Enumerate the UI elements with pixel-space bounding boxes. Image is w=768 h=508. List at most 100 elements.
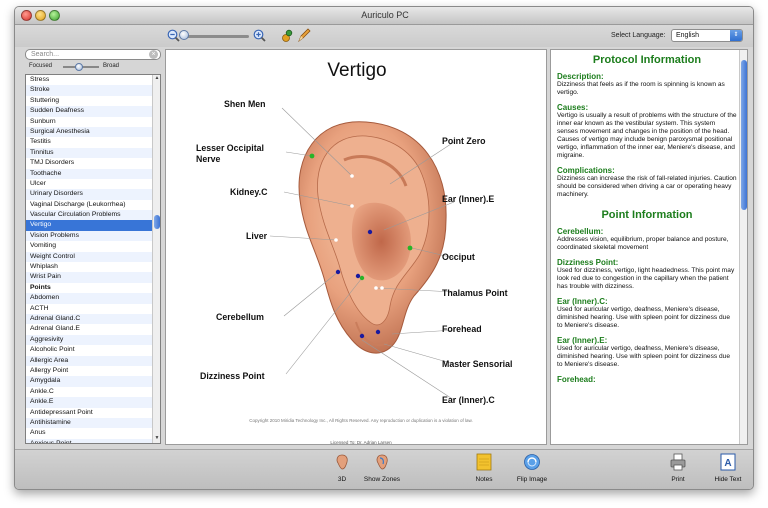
scroll-down-icon[interactable]: ▼ [153, 435, 160, 443]
list-section-header: Points [30, 283, 51, 291]
point-lesser-occipital[interactable] [309, 153, 315, 159]
point-master-sensorial[interactable] [375, 329, 381, 335]
ear-zones-icon [376, 454, 388, 470]
list-item[interactable]: Testitis [26, 137, 153, 147]
point-shen-men[interactable] [350, 174, 354, 178]
list-item[interactable]: Allergic Area [26, 355, 153, 366]
print-label: Print [671, 476, 685, 483]
point-thalamus[interactable] [374, 286, 378, 290]
list-item[interactable]: Sunburn [26, 117, 153, 127]
list-item[interactable]: Ulcer [26, 179, 153, 189]
ear-diagram-panel: Vertigo Shen Men Lesser Occipital Nerve … [165, 49, 547, 445]
copyright-text: Copyright 2010 Miridia Technology Inc., … [249, 418, 473, 423]
label-forehead: Forehead [442, 324, 482, 334]
info-scrollbar[interactable] [739, 50, 747, 444]
point-info-text: Used for dizziness, vertigo, light heade… [557, 267, 735, 290]
title-bar: Auriculo PC [15, 7, 753, 25]
probe-icon[interactable] [281, 28, 295, 43]
list-item[interactable]: Vaginal Discharge (Leukorrhea) [26, 200, 153, 210]
printer-icon [670, 453, 686, 471]
list-item[interactable]: Amygdala [26, 376, 153, 387]
list-item[interactable]: Stuttering [26, 96, 153, 106]
point-zero[interactable] [367, 229, 373, 235]
zoom-slider-knob[interactable] [179, 30, 189, 40]
point-info-title: Cerebellum: [557, 227, 604, 236]
label-dizziness-point: Dizziness Point [200, 371, 265, 381]
point-info-title: Forehead: [557, 375, 596, 384]
point-forehead[interactable] [380, 286, 384, 290]
list-item[interactable]: ACTH [26, 304, 153, 314]
list-item[interactable]: TMJ Disorders [26, 158, 153, 168]
point-kidney-c[interactable] [350, 204, 354, 208]
licensed-to-text: Licensed To: Dr. Adrian Larsen [330, 440, 392, 445]
list-item[interactable]: Adrenal Gland.C [26, 313, 153, 325]
info-content: Protocol Information Description: Dizzin… [557, 50, 737, 384]
list-item[interactable]: Antidepressant Point [26, 408, 153, 418]
list-item[interactable]: Vomiting [26, 241, 153, 251]
list-item[interactable]: Stress [26, 75, 153, 85]
focus-right-label: Broad [103, 63, 120, 69]
point-liver[interactable] [334, 238, 338, 242]
list-item[interactable]: Abdomen [26, 293, 153, 304]
list-item[interactable]: Sudden Deafness [26, 106, 153, 117]
list-item[interactable]: Vision Problems [26, 230, 153, 242]
list-item[interactable]: Ankle.E [26, 397, 153, 408]
protocol-heading: Protocol Information [592, 54, 702, 66]
clear-search-icon[interactable]: × [149, 50, 158, 59]
search-input[interactable]: Search... [25, 49, 161, 60]
list-item[interactable]: Alcoholic Point [26, 345, 153, 355]
flip-image-button[interactable]: Flip Image [507, 453, 557, 489]
point-occiput[interactable] [355, 273, 361, 279]
hide-text-icon: A [720, 453, 736, 471]
print-button[interactable]: Print [653, 453, 703, 489]
list-item[interactable]: Anxious Point [26, 438, 153, 443]
list-item[interactable]: Adrenal Gland.E [26, 324, 153, 334]
point-dizziness[interactable] [359, 275, 365, 281]
focus-left-label: Focused [29, 63, 53, 69]
list-scrollbar[interactable]: ▲ ▼ [152, 75, 160, 443]
list-item[interactable]: Tinnitus [26, 147, 153, 159]
point-ear-inner-c[interactable] [359, 333, 365, 339]
list-item[interactable]: Anus [26, 428, 153, 438]
point-info-text: Used for auricular vertigo, deafness, Me… [557, 306, 730, 329]
notes-icon [476, 453, 492, 471]
list-item[interactable]: Surgical Anesthesia [26, 126, 153, 138]
zoom-in-icon[interactable] [253, 29, 266, 42]
point-ear-inner-e[interactable] [407, 245, 413, 251]
list-item[interactable]: Ankle.C [26, 387, 153, 397]
point-cerebellum[interactable] [335, 269, 341, 275]
list-item[interactable]: Vertigo [26, 220, 153, 231]
list-item[interactable]: Wrist Pain [26, 272, 153, 283]
hide-text-button[interactable]: A Hide Text [703, 453, 753, 489]
complications-title: Complications: [557, 166, 615, 175]
focus-slider-knob[interactable] [75, 63, 83, 71]
list-item[interactable]: Aggresivity [26, 334, 153, 346]
scroll-up-icon[interactable]: ▲ [153, 75, 160, 83]
label-master-sensorial: Master Sensorial [442, 359, 513, 369]
list-item[interactable]: Weight Control [26, 251, 153, 263]
list-item[interactable]: Stroke [26, 85, 153, 96]
svg-text:A: A [724, 458, 731, 469]
search-placeholder: Search... [31, 51, 60, 58]
list-item[interactable]: Vascular Circulation Problems [26, 210, 153, 221]
point-info-title: Dizziness Point: [557, 258, 619, 267]
show-zones-button[interactable]: Show Zones [357, 453, 407, 489]
causes-text: Vertigo is usually a result of problems … [557, 112, 737, 159]
zoom-slider-track[interactable] [183, 35, 249, 38]
list-item[interactable]: Toothache [26, 168, 153, 179]
info-scroll-thumb[interactable] [741, 60, 747, 210]
pencil-icon[interactable] [297, 28, 311, 43]
notes-label: Notes [475, 476, 493, 483]
language-select[interactable]: English ⇕ [671, 29, 743, 42]
notes-button[interactable]: Notes [459, 453, 509, 489]
list-item[interactable]: Whiplash [26, 262, 153, 272]
hide-text-label: Hide Text [714, 476, 742, 483]
list-item[interactable]: Urinary Disorders [26, 189, 153, 200]
list-item[interactable]: Antihistamine [26, 417, 153, 429]
ear-illustration [269, 107, 455, 401]
label-ear-inner-e: Ear (Inner).E [442, 194, 495, 204]
list-item[interactable]: Allergy Point [26, 366, 153, 376]
list-scroll-thumb[interactable] [154, 215, 160, 229]
point-info-title: Ear (Inner).E: [557, 336, 608, 345]
point-info-text: Used for auricular vertigo, deafness, Me… [557, 345, 730, 368]
